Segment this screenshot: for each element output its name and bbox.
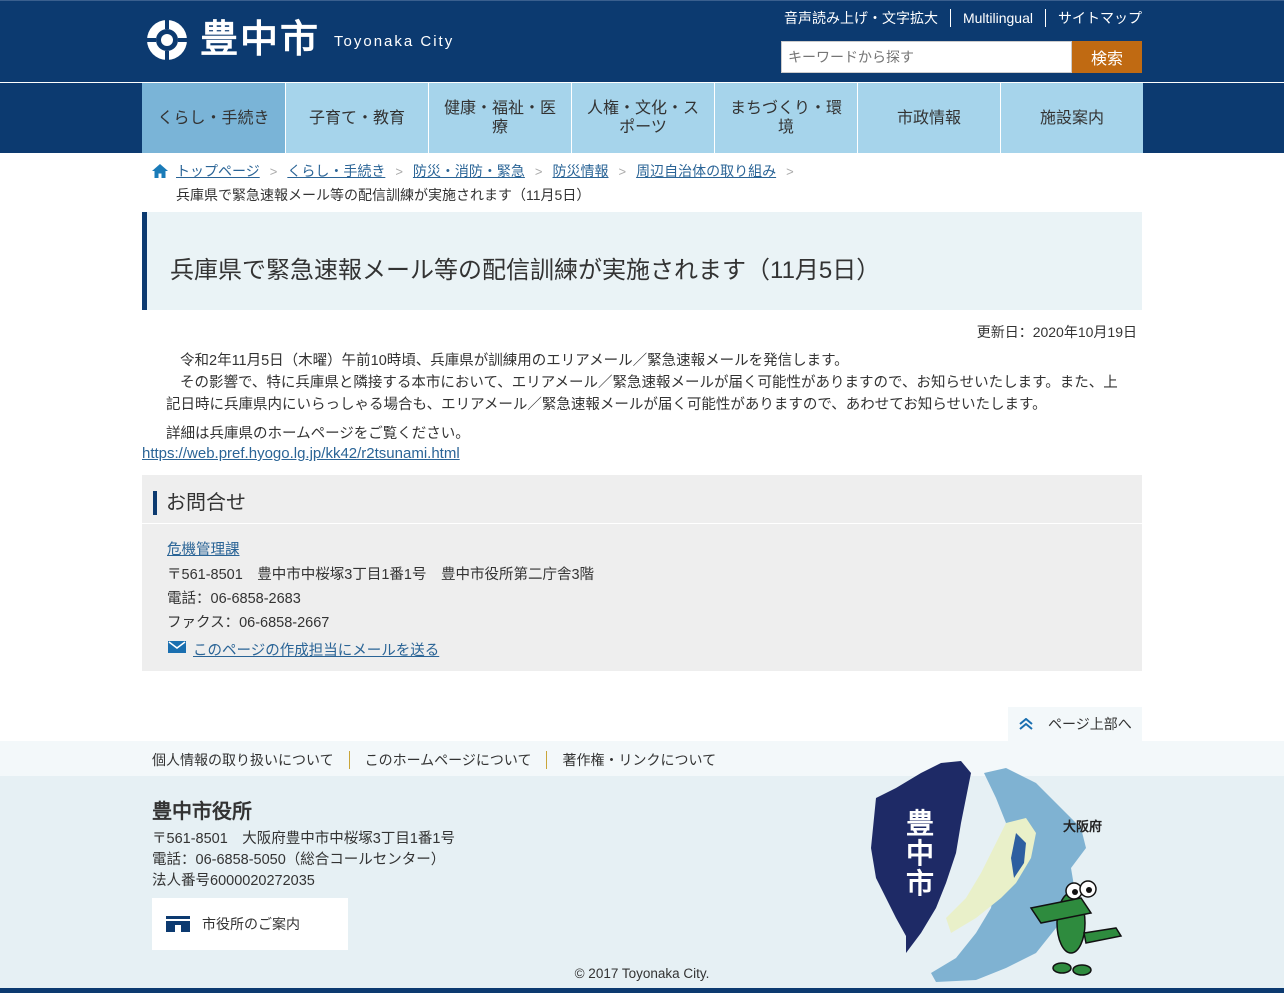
footer-corp-number: 法人番号6000020272035 (152, 873, 315, 889)
mail-icon (168, 641, 186, 653)
footer-tel: 電話：06-6858-5050（総合コールセンター） (152, 852, 446, 868)
body-paragraph-2: その影響で、特に兵庫県と隣接する本市において、エリアメール／緊急速報メールが届く… (166, 375, 1118, 413)
contact-fax: ファクス：06-6858-2667 (167, 615, 330, 631)
global-nav-bar: くらし・手続き 子育て・教育 健康・福祉・医療 人権・文化・スポーツ まちづくり… (0, 83, 1284, 153)
footer-address: 〒561-8501 大阪府豊中市中桜塚3丁目1番1号 (152, 831, 455, 847)
nav-item-health[interactable]: 健康・福祉・医療 (428, 83, 571, 153)
body-paragraph-1: 令和2年11月5日（木曜）午前10時頃、兵庫県が訓練用のエリアメール／緊急速報メ… (180, 353, 849, 369)
map-city-char-2: 中 (906, 837, 934, 870)
page-title: 兵庫県で緊急速報メール等の配信訓練が実施されます（11月5日） (170, 257, 881, 284)
chevron-right-icon: > (618, 163, 627, 179)
search-form: 検索 (781, 41, 1142, 73)
footer-links: 個人情報の取り扱いについて このホームページについて 著作権・リンクについて (152, 751, 731, 769)
page-top-button[interactable]: ページ上部へ (1008, 707, 1142, 741)
map-city-char-1: 豊 (906, 807, 934, 840)
nav-item-culture[interactable]: 人権・文化・スポーツ (571, 83, 714, 153)
contact-tel: 電話：06-6858-2683 (167, 591, 301, 607)
footer-link-copyright[interactable]: 著作権・リンクについて (546, 751, 731, 769)
breadcrumb-disaster-info[interactable]: 防災情報 (553, 161, 609, 181)
breadcrumb-living[interactable]: くらし・手続き (287, 161, 385, 181)
body-paragraph-3: 詳細は兵庫県のホームページをご覧ください。 (166, 426, 470, 442)
contact-address: 〒561-8501 豊中市中桜塚3丁目1番1号 豊中市役所第二庁舎3階 (167, 567, 595, 583)
footer-city-hall-name: 豊中市役所 (152, 801, 252, 823)
map-pref-label: 大阪府 (1063, 819, 1102, 835)
breadcrumb: トップページ > くらし・手続き > 防災・消防・緊急 > 防災情報 > 周辺自… (152, 161, 804, 181)
hyogo-link[interactable]: https://web.pref.hyogo.lg.jp/kk42/r2tsun… (142, 445, 460, 462)
map-city-char-3: 市 (906, 867, 934, 900)
chevron-right-icon: > (534, 163, 543, 179)
city-hall-guide-label: 市役所のご案内 (202, 916, 300, 932)
util-link-accessibility[interactable]: 音声読み上げ・文字拡大 (772, 9, 950, 27)
chevron-right-icon: > (269, 163, 278, 179)
site-logo[interactable]: 豊中市 Toyonaka City (146, 19, 454, 61)
divider (142, 523, 1142, 524)
util-link-multilingual[interactable]: Multilingual (949, 9, 1045, 27)
global-nav: くらし・手続き 子育て・教育 健康・福祉・医療 人権・文化・スポーツ まちづくり… (142, 83, 1143, 153)
contact-heading: お問合せ (153, 491, 246, 515)
updated-date: 更新日：2020年10月19日 (976, 324, 1137, 340)
footer-link-about[interactable]: このホームページについて (348, 751, 547, 769)
utility-links: 音声読み上げ・文字拡大 Multilingual サイトマップ (772, 9, 1142, 27)
nav-item-urban[interactable]: まちづくり・環境 (714, 83, 857, 153)
contact-box: お問合せ 危機管理課 〒561-8501 豊中市中桜塚3丁目1番1号 豊中市役所… (142, 475, 1142, 671)
search-input[interactable] (781, 41, 1072, 73)
logo-text-en: Toyonaka City (334, 32, 455, 50)
footer-link-privacy[interactable]: 個人情報の取り扱いについて (152, 751, 349, 769)
chevron-right-icon: > (786, 163, 794, 179)
site-header: 豊中市 Toyonaka City 音声読み上げ・文字拡大 Multilingu… (0, 0, 1284, 82)
footer-bottom-bar (0, 988, 1284, 993)
util-link-sitemap[interactable]: サイトマップ (1045, 9, 1142, 27)
page-top-label: ページ上部へ (1048, 716, 1132, 732)
toyonaka-map-illustration: 豊 中 市 大阪府 (871, 761, 1123, 982)
breadcrumb-current: 兵庫県で緊急速報メール等の配信訓練が実施されます（11月5日） (176, 187, 591, 203)
double-chevron-up-icon (1019, 718, 1033, 730)
nav-item-childcare[interactable]: 子育て・教育 (285, 83, 428, 153)
city-emblem-icon (147, 20, 187, 60)
home-icon[interactable] (152, 164, 168, 178)
breadcrumb-disaster[interactable]: 防災・消防・緊急 (413, 161, 525, 181)
building-icon (166, 916, 190, 932)
nav-item-living[interactable]: くらし・手続き (142, 83, 285, 153)
page-title-box: 兵庫県で緊急速報メール等の配信訓練が実施されます（11月5日） (142, 212, 1142, 310)
contact-dept: 危機管理課 (167, 538, 240, 559)
contact-dept-link[interactable]: 危機管理課 (167, 542, 240, 558)
breadcrumb-neighbors[interactable]: 周辺自治体の取り組み (636, 161, 776, 181)
nav-item-facilities[interactable]: 施設案内 (1000, 83, 1143, 153)
chevron-right-icon: > (395, 163, 403, 179)
nav-item-government[interactable]: 市政情報 (857, 83, 1000, 153)
mail-link[interactable]: このページの作成担当にメールを送る (193, 639, 439, 660)
search-button[interactable]: 検索 (1072, 41, 1142, 73)
logo-text-jp: 豊中市 (200, 19, 321, 61)
city-hall-guide-button[interactable]: 市役所のご案内 (152, 898, 348, 950)
breadcrumb-top[interactable]: トップページ (176, 161, 260, 181)
